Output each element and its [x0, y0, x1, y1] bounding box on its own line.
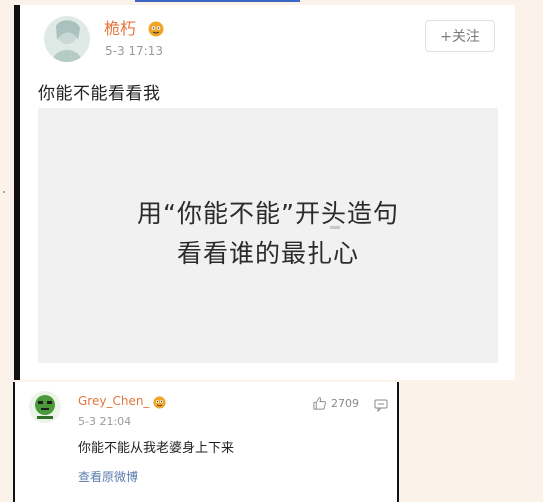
view-original-link[interactable]: 查看原微博 [78, 468, 138, 485]
post-image[interactable]: 用“你能不能”开头造句 看看谁的最扎心 [38, 108, 498, 363]
image-watermark-mark [330, 226, 340, 229]
like-count: 2709 [331, 397, 359, 410]
top-link-strip [135, 0, 300, 2]
background-panel [399, 380, 543, 502]
author-avatar[interactable] [44, 16, 90, 62]
commenter-avatar[interactable] [29, 391, 61, 423]
weibo-post-card: 桅朽 5-3 17:13 +关注 你能不能看看我 用“你能不能”开头造句 看看谁… [14, 5, 515, 380]
post-author-name[interactable]: 桅朽 [104, 19, 136, 39]
comment-author-name[interactable]: Grey_Chen_ [78, 394, 149, 408]
post-text: 你能不能看看我 [38, 84, 161, 104]
post-image-text-line: 用“你能不能”开头造句 [137, 199, 399, 228]
stray-dot [3, 191, 5, 193]
post-image-text-line: 看看谁的最扎心 [176, 239, 359, 268]
thumbs-up-icon[interactable] [312, 396, 327, 411]
reply-comment-icon[interactable] [374, 397, 388, 413]
post-timestamp: 5-3 17:13 [105, 44, 163, 58]
comment-text: 你能不能从我老婆身上下来 [78, 441, 235, 456]
verified-badge-icon [148, 21, 164, 37]
verified-badge-icon [153, 394, 166, 409]
comment-card: Grey_Chen_ 5-3 21:04 2709 你能不能从我老婆身上下来 查… [13, 382, 399, 502]
follow-button[interactable]: +关注 [425, 20, 495, 52]
comment-timestamp: 5-3 21:04 [78, 415, 132, 428]
